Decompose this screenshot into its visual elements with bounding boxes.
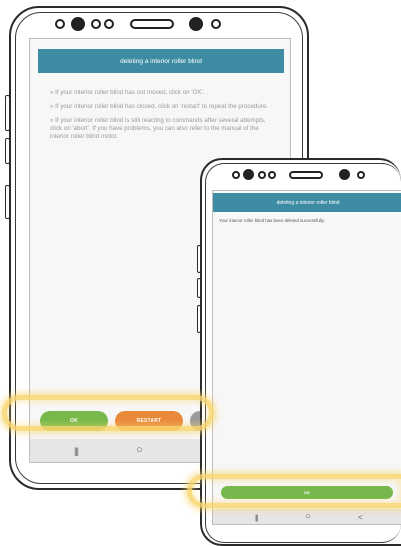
sensor-dot: [91, 19, 101, 29]
bixby-button: [197, 278, 201, 298]
sensor-dot: [211, 19, 221, 29]
home-icon[interactable]: ○: [305, 512, 311, 522]
instructions: » If your interior roller blind has not …: [50, 89, 276, 147]
success-message: Your interior roller blind has been dele…: [219, 218, 325, 223]
page-title: deleting a interior roller blind: [38, 49, 284, 73]
ok-button-highlight: [187, 474, 401, 508]
earpiece-speaker: [289, 171, 323, 179]
home-icon[interactable]: ○: [136, 445, 143, 456]
sensor-dot: [258, 171, 266, 179]
sensor-dot: [357, 171, 365, 179]
back-icon[interactable]: <: [358, 513, 363, 522]
page-title-text: deleting a interior roller blind: [276, 199, 340, 206]
volume-button: [197, 245, 201, 273]
side-button: [197, 305, 201, 333]
page-title-text: deleting a interior roller blind: [120, 57, 202, 65]
sensor-dot: [104, 19, 114, 29]
sensor-dot: [55, 19, 65, 29]
recent-apps-icon[interactable]: |||: [74, 447, 79, 456]
instruction-still-reacting: » If your interior roller blind is still…: [50, 117, 266, 140]
volume-button: [5, 95, 10, 131]
instruction-closed: » If your interior roller blind has clos…: [50, 103, 269, 110]
navigation-bar: ||| ○ <: [213, 509, 401, 524]
buttons-highlight: [2, 395, 214, 431]
front-camera-icon: [243, 169, 254, 180]
iris-scanner-icon: [189, 17, 203, 31]
sensor-dot: [268, 171, 276, 179]
iris-scanner-icon: [339, 169, 350, 180]
front-camera-icon: [71, 17, 85, 31]
side-button: [5, 185, 10, 219]
bixby-button: [5, 138, 10, 164]
recent-apps-icon[interactable]: |||: [255, 514, 259, 523]
instruction-not-moved: » If your interior roller blind has not …: [50, 89, 205, 96]
page-title: deleting a interior roller blind: [213, 193, 401, 212]
sensor-dot: [232, 171, 240, 179]
earpiece-speaker: [130, 19, 174, 29]
